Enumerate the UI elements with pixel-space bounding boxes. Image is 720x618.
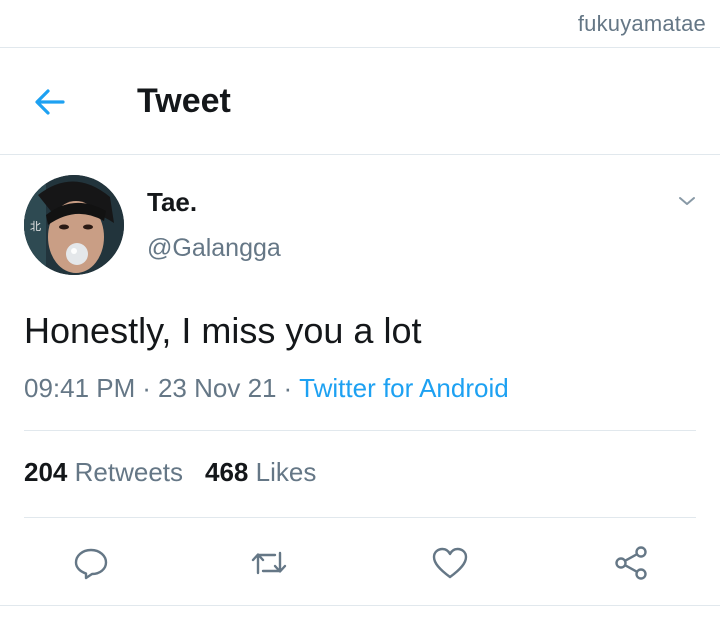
retweets-count: 204 (24, 457, 68, 487)
divider (24, 517, 696, 518)
chevron-down-icon[interactable] (674, 191, 700, 211)
retweet-button[interactable] (244, 538, 294, 588)
divider (0, 605, 720, 606)
reply-icon (74, 548, 108, 580)
likes-count: 468 (205, 457, 249, 487)
heart-icon (432, 547, 468, 579)
retweet-icon (251, 551, 287, 575)
meta-separator: · (142, 373, 151, 403)
tweet-meta: 09:41 PM · 23 Nov 21 · Twitter for Android (24, 373, 509, 404)
likes-label: Likes (255, 457, 317, 487)
tweet-date: 23 Nov 21 (157, 373, 277, 403)
tweet-source-link[interactable]: Twitter for Android (299, 373, 509, 403)
watermark-bar: fukuyamatae (0, 0, 720, 48)
share-icon (615, 546, 647, 580)
share-button[interactable] (606, 538, 656, 588)
reply-button[interactable] (66, 538, 116, 588)
likes-stat[interactable]: 468 Likes (205, 457, 316, 487)
action-bar (0, 538, 720, 588)
avatar-image: 北 (24, 175, 124, 275)
divider (24, 430, 696, 431)
avatar[interactable]: 北 (24, 175, 124, 275)
like-button[interactable] (425, 538, 475, 588)
watermark: fukuyamatae (577, 11, 706, 36)
retweets-label: Retweets (74, 457, 184, 487)
header: Tweet (0, 48, 720, 155)
page-title: Tweet (137, 82, 231, 120)
tweet-stats: 204 Retweets 468 Likes (24, 457, 316, 488)
display-name[interactable]: Tae. (147, 187, 197, 218)
tweet-text: Honestly, I miss you a lot (24, 310, 422, 351)
arrow-left-icon (35, 89, 65, 115)
retweets-stat[interactable]: 204 Retweets (24, 457, 183, 487)
tweet-time: 09:41 PM (24, 373, 136, 403)
svg-text:北: 北 (30, 220, 41, 233)
user-handle[interactable]: @Galangga (147, 234, 281, 263)
meta-separator: · (283, 373, 293, 403)
back-button[interactable] (30, 85, 70, 119)
